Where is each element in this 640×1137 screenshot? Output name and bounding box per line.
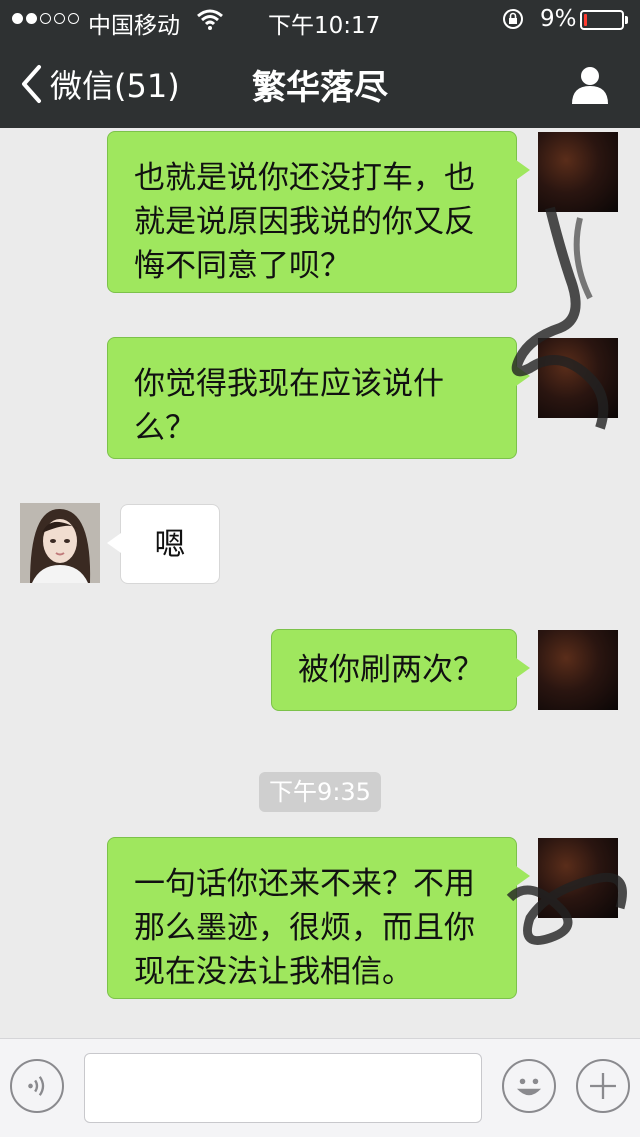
avatar[interactable]: [20, 503, 100, 583]
back-chevron-icon: [22, 65, 41, 103]
battery-percent: 9%: [540, 6, 577, 32]
battery-level: [584, 14, 587, 26]
emoji-button[interactable]: [502, 1059, 556, 1113]
avatar[interactable]: [538, 132, 618, 212]
back-label: 微信(51): [50, 67, 180, 105]
message-text: 被你刷两次？: [298, 652, 484, 688]
plus-button[interactable]: [576, 1059, 630, 1113]
signal-dot: [12, 13, 23, 24]
signal-dot: [26, 13, 37, 24]
status-bar: 中国移动 下午10:17 9%: [0, 0, 640, 40]
wifi-icon: [197, 9, 223, 30]
avatar[interactable]: [538, 338, 618, 418]
message-text: 一句话你还来不来？不用那么墨迹，很烦，而且你现在没法让我相信。: [134, 866, 475, 990]
timestamp-badge: 下午9:35: [259, 772, 381, 812]
status-time: 下午10:17: [268, 13, 381, 39]
message-text: 你觉得我现在应该说什么？: [134, 366, 444, 446]
message-bubble-sent[interactable]: 你觉得我现在应该说什么？: [107, 337, 530, 459]
signal-strength-icon: [12, 13, 79, 24]
voice-button[interactable]: [10, 1059, 64, 1113]
nav-bar: 微信(51) 繁华落尽: [0, 40, 640, 128]
signal-dot: [54, 13, 65, 24]
battery-icon: [580, 10, 624, 30]
message-text: 嗯: [154, 527, 186, 563]
message-text: 也就是说你还没打车，也就是说原因我说的你又反悔不同意了呗？: [134, 160, 475, 284]
contact-avatar-image: [20, 503, 100, 583]
avatar[interactable]: [538, 838, 618, 918]
rotation-lock-icon: [503, 9, 523, 29]
back-button[interactable]: 微信(51): [20, 62, 180, 106]
emoji-icon: [516, 1078, 542, 1096]
message-input[interactable]: [84, 1053, 482, 1123]
profile-icon[interactable]: [568, 62, 612, 106]
message-bubble-received[interactable]: 嗯: [107, 504, 220, 584]
voice-icon: [28, 1076, 45, 1096]
message-bubble-sent[interactable]: 被你刷两次？: [271, 629, 530, 711]
plus-icon: [590, 1073, 616, 1099]
signal-dot: [40, 13, 51, 24]
battery-tip: [625, 16, 628, 24]
carrier-name: 中国移动: [88, 13, 180, 39]
message-bubble-sent[interactable]: 一句话你还来不来？不用那么墨迹，很烦，而且你现在没法让我相信。: [107, 837, 530, 999]
message-bubble-sent[interactable]: 也就是说你还没打车，也就是说原因我说的你又反悔不同意了呗？: [107, 131, 530, 293]
input-bar: [0, 1038, 640, 1137]
signal-dot: [68, 13, 79, 24]
chat-area[interactable]: 也就是说你还没打车，也就是说原因我说的你又反悔不同意了呗？ 你觉得我现在应该说什…: [0, 128, 640, 1038]
avatar[interactable]: [538, 630, 618, 710]
